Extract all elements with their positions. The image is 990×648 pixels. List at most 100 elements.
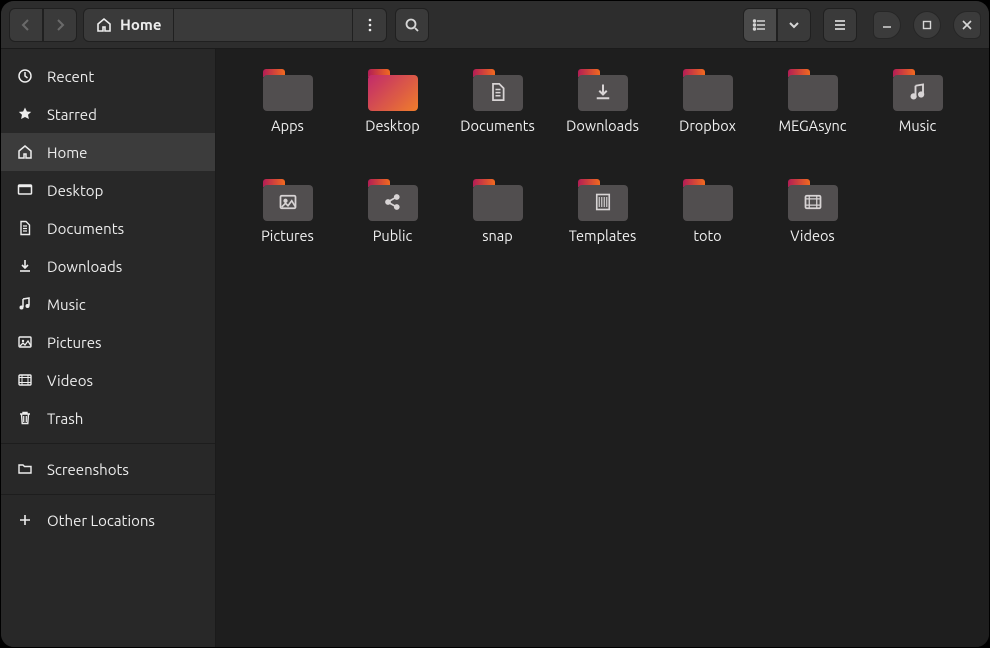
sidebar-item-recent[interactable]: Recent [1,57,215,95]
sidebar-item-label: Desktop [47,182,103,199]
sidebar-item-label: Starred [47,106,97,123]
folder-label: Templates [569,227,637,244]
folder-icon [788,179,838,221]
plus-icon [17,512,33,528]
home-icon [96,17,112,33]
folder-documents[interactable]: Documents [450,67,545,167]
maximize-button[interactable] [913,11,941,39]
music-icon [17,296,33,312]
folder-label: MEGAsync [778,117,846,134]
folder-icon [263,69,313,111]
hamburger-icon [832,17,848,33]
path-bar[interactable]: Home [83,8,387,42]
view-dropdown-button[interactable] [777,8,811,42]
folder-label: Pictures [261,227,314,244]
folder-label: Public [373,227,413,244]
folder-label: Documents [460,117,535,134]
sidebar-item-videos[interactable]: Videos [1,361,215,399]
folder-icon [683,179,733,221]
folder-apps[interactable]: Apps [240,67,335,167]
path-menu-button[interactable] [352,9,386,41]
folder-music[interactable]: Music [870,67,965,167]
sidebar-item-label: Screenshots [47,461,129,478]
folder-videos[interactable]: Videos [765,177,860,277]
folder-label: toto [693,227,721,244]
nav-buttons [9,8,77,42]
folder-label: snap [482,227,513,244]
folder-templates[interactable]: Templates [555,177,650,277]
sidebar-item-documents[interactable]: Documents [1,209,215,247]
clock-icon [17,68,33,84]
back-button[interactable] [9,8,43,42]
folder-icon [683,69,733,111]
video-icon [17,372,33,388]
share-icon [368,192,418,212]
sidebar-item-screenshots[interactable]: Screenshots [1,450,215,488]
path-segment-home[interactable]: Home [84,9,174,41]
sidebar-item-pictures[interactable]: Pictures [1,323,215,361]
folder-pictures[interactable]: Pictures [240,177,335,277]
folder-dropbox[interactable]: Dropbox [660,67,755,167]
folder-label: Music [899,117,936,134]
folder-toto[interactable]: toto [660,177,755,277]
list-icon [752,17,768,33]
folder-icon [578,179,628,221]
sidebar-item-label: Home [47,144,87,161]
document-icon [473,82,523,102]
folder-icon [473,179,523,221]
folder-icon [263,179,313,221]
desktop-icon [17,182,33,198]
path-label: Home [120,16,161,33]
video-icon [788,192,838,212]
view-controls [743,8,811,42]
folder-megasync[interactable]: MEGAsync [765,67,860,167]
forward-button[interactable] [43,8,77,42]
folder-label: Apps [271,117,304,134]
sidebar-item-music[interactable]: Music [1,285,215,323]
sidebar: Recent Starred Home Desktop Documents Do… [1,49,216,647]
sidebar-item-label: Documents [47,220,124,237]
file-manager-window: Home [0,0,990,648]
close-button[interactable] [953,11,981,39]
headerbar: Home [1,1,989,49]
download-icon [17,258,33,274]
folder-label: Videos [790,227,834,244]
folder-icon [893,69,943,111]
sidebar-item-home[interactable]: Home [1,133,215,171]
search-button[interactable] [395,8,429,42]
sidebar-item-label: Trash [47,410,83,427]
search-icon [404,17,420,33]
folder-label: Downloads [566,117,639,134]
folder-snap[interactable]: snap [450,177,545,277]
chevron-down-icon [786,17,802,33]
minimize-button[interactable] [873,11,901,39]
trash-icon [17,410,33,426]
folder-desktop[interactable]: Desktop [345,67,440,167]
folder-icon [368,69,418,111]
sidebar-item-other[interactable]: Other Locations [1,501,215,539]
folder-icon [368,179,418,221]
folder-downloads[interactable]: Downloads [555,67,650,167]
image-icon [17,334,33,350]
sidebar-item-desktop[interactable]: Desktop [1,171,215,209]
content-area[interactable]: Apps Desktop Documents Downloads Dro [216,49,989,647]
music-icon [893,82,943,102]
document-icon [17,220,33,236]
folder-icon [788,69,838,111]
folder-label: Dropbox [679,117,736,134]
folder-icon [578,69,628,111]
folder-icon [473,69,523,111]
sidebar-item-downloads[interactable]: Downloads [1,247,215,285]
sidebar-item-starred[interactable]: Starred [1,95,215,133]
sidebar-item-label: Videos [47,372,93,389]
folder-label: Desktop [365,117,419,134]
sidebar-item-label: Recent [47,68,94,85]
window-controls [873,11,981,39]
sidebar-item-trash[interactable]: Trash [1,399,215,437]
list-view-button[interactable] [743,8,777,42]
image-icon [263,192,313,212]
folder-public[interactable]: Public [345,177,440,277]
hamburger-menu-button[interactable] [823,8,857,42]
star-icon [17,106,33,122]
home-icon [17,144,33,160]
